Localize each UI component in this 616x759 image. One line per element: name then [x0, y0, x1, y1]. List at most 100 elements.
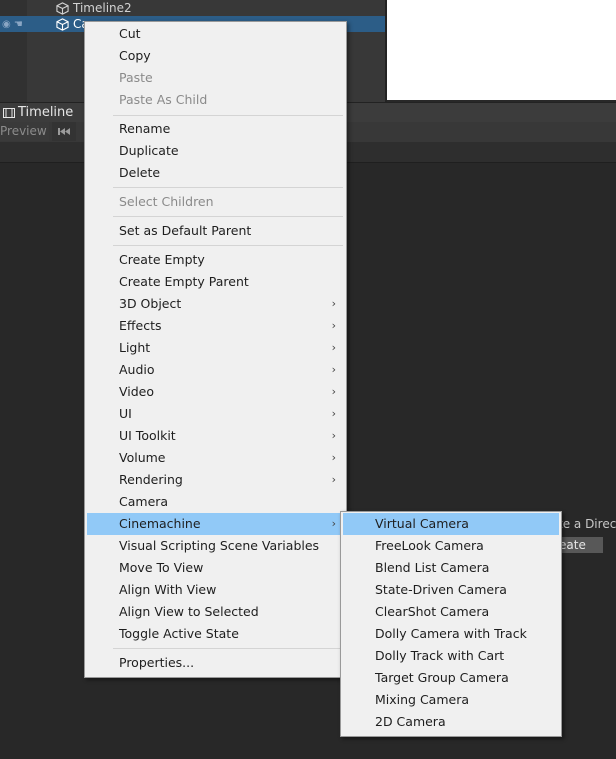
menu-item-label: 3D Object — [119, 296, 182, 311]
submenu-item-dolly-camera-with-track[interactable]: Dolly Camera with Track — [343, 623, 559, 645]
menu-separator — [113, 245, 343, 246]
menu-separator — [113, 216, 343, 217]
tab-timeline-label: Timeline — [18, 105, 74, 120]
submenu-arrow-icon: › — [331, 385, 336, 398]
gameobject-cube-icon — [56, 2, 69, 15]
menu-item-move-to-view[interactable]: Move To View — [87, 557, 344, 579]
submenu-item-clearshot-camera[interactable]: ClearShot Camera — [343, 601, 559, 623]
submenu-item-label: 2D Camera — [375, 714, 446, 729]
menu-item-cinemachine[interactable]: Cinemachine › — [87, 513, 344, 535]
submenu-item-label: Mixing Camera — [375, 692, 470, 707]
menu-item-create-empty[interactable]: Create Empty — [87, 249, 344, 271]
menu-item-rename[interactable]: Rename — [87, 118, 344, 140]
menu-item-label: Align With View — [119, 582, 217, 597]
menu-item-ui[interactable]: UI › — [87, 403, 344, 425]
menu-item-label: Select Children — [119, 194, 214, 209]
menu-separator — [113, 187, 343, 188]
submenu-item-label: Virtual Camera — [375, 516, 469, 531]
menu-item-copy[interactable]: Copy — [87, 45, 344, 67]
cinemachine-submenu: Virtual Camera FreeLook Camera Blend Lis… — [340, 511, 562, 737]
menu-item-paste: Paste — [87, 67, 344, 89]
submenu-item-freelook-camera[interactable]: FreeLook Camera — [343, 535, 559, 557]
create-button[interactable]: eate — [556, 537, 603, 553]
menu-item-audio[interactable]: Audio › — [87, 359, 344, 381]
submenu-arrow-icon: › — [331, 363, 336, 376]
menu-item-rendering[interactable]: Rendering › — [87, 469, 344, 491]
menu-item-label: Video — [119, 384, 155, 399]
submenu-item-label: State-Driven Camera — [375, 582, 507, 597]
menu-item-label: Properties... — [119, 655, 195, 670]
menu-item-delete[interactable]: Delete — [87, 162, 344, 184]
menu-item-label: Effects — [119, 318, 162, 333]
submenu-item-label: Dolly Track with Cart — [375, 648, 505, 663]
go-to-start-button[interactable] — [52, 122, 76, 141]
menu-item-align-with-view[interactable]: Align With View — [87, 579, 344, 601]
hierarchy-row-timeline2[interactable]: Timeline2 — [0, 0, 385, 16]
menu-item-ui-toolkit[interactable]: UI Toolkit › — [87, 425, 344, 447]
menu-item-volume[interactable]: Volume › — [87, 447, 344, 469]
scene-view-panel — [387, 0, 616, 100]
timeline-film-icon — [3, 108, 15, 118]
menu-item-label: Audio — [119, 362, 155, 377]
gameobject-cube-icon — [56, 18, 69, 31]
menu-item-label: Paste — [119, 70, 153, 85]
submenu-item-label: ClearShot Camera — [375, 604, 490, 619]
menu-item-camera[interactable]: Camera — [87, 491, 344, 513]
menu-item-label: Delete — [119, 165, 161, 180]
submenu-item-label: Dolly Camera with Track — [375, 626, 527, 641]
menu-item-label: Copy — [119, 48, 151, 63]
menu-item-set-default-parent[interactable]: Set as Default Parent — [87, 220, 344, 242]
tab-timeline[interactable]: Timeline — [0, 103, 80, 123]
submenu-item-dolly-track-with-cart[interactable]: Dolly Track with Cart — [343, 645, 559, 667]
submenu-item-target-group-camera[interactable]: Target Group Camera — [343, 667, 559, 689]
menu-item-label: Rendering — [119, 472, 183, 487]
menu-item-visual-scripting-scene-variables[interactable]: Visual Scripting Scene Variables — [87, 535, 344, 557]
submenu-arrow-icon: › — [331, 297, 336, 310]
hierarchy-row-label: Timeline2 — [73, 1, 132, 15]
submenu-arrow-icon: › — [331, 341, 336, 354]
menu-item-effects[interactable]: Effects › — [87, 315, 344, 337]
submenu-item-virtual-camera[interactable]: Virtual Camera — [343, 513, 559, 535]
menu-item-align-view-to-selected[interactable]: Align View to Selected — [87, 601, 344, 623]
submenu-item-blend-list-camera[interactable]: Blend List Camera — [343, 557, 559, 579]
menu-item-toggle-active-state[interactable]: Toggle Active State — [87, 623, 344, 645]
preview-button[interactable]: Preview — [0, 122, 49, 141]
menu-item-label: UI Toolkit — [119, 428, 176, 443]
submenu-item-mixing-camera[interactable]: Mixing Camera — [343, 689, 559, 711]
submenu-item-state-driven-camera[interactable]: State-Driven Camera — [343, 579, 559, 601]
visibility-pick-icon[interactable]: ◉ ☚ — [2, 19, 28, 30]
menu-item-video[interactable]: Video › — [87, 381, 344, 403]
submenu-arrow-icon: › — [331, 451, 336, 464]
menu-item-label: Create Empty — [119, 252, 205, 267]
submenu-item-2d-camera[interactable]: 2D Camera — [343, 711, 559, 733]
menu-item-label: Cinemachine — [119, 516, 201, 531]
submenu-item-label: FreeLook Camera — [375, 538, 484, 553]
menu-item-label: Camera — [119, 494, 169, 509]
menu-item-paste-as-child: Paste As Child — [87, 89, 344, 111]
menu-item-duplicate[interactable]: Duplicate — [87, 140, 344, 162]
menu-item-label: Move To View — [119, 560, 204, 575]
menu-item-create-empty-parent[interactable]: Create Empty Parent — [87, 271, 344, 293]
menu-separator — [113, 115, 343, 116]
menu-item-label: Duplicate — [119, 143, 179, 158]
menu-item-select-children: Select Children — [87, 191, 344, 213]
menu-item-label: Cut — [119, 26, 141, 41]
hierarchy-context-menu: Cut Copy Paste Paste As Child Rename Dup… — [84, 21, 347, 678]
submenu-arrow-icon: › — [331, 407, 336, 420]
menu-item-label: Toggle Active State — [119, 626, 239, 641]
skip-back-icon — [58, 128, 70, 135]
menu-item-cut[interactable]: Cut — [87, 23, 344, 45]
menu-item-label: Visual Scripting Scene Variables — [119, 538, 320, 553]
submenu-arrow-icon: › — [331, 473, 336, 486]
menu-item-light[interactable]: Light › — [87, 337, 344, 359]
menu-separator — [113, 648, 343, 649]
menu-item-3d-object[interactable]: 3D Object › — [87, 293, 344, 315]
create-director-hint: te a Direc — [558, 517, 616, 531]
submenu-arrow-icon: › — [331, 319, 336, 332]
submenu-item-label: Target Group Camera — [375, 670, 509, 685]
menu-item-properties[interactable]: Properties... — [87, 652, 344, 674]
menu-item-label: Create Empty Parent — [119, 274, 249, 289]
submenu-arrow-icon: › — [331, 429, 336, 442]
menu-item-label: UI — [119, 406, 132, 421]
submenu-arrow-icon: › — [331, 517, 336, 530]
